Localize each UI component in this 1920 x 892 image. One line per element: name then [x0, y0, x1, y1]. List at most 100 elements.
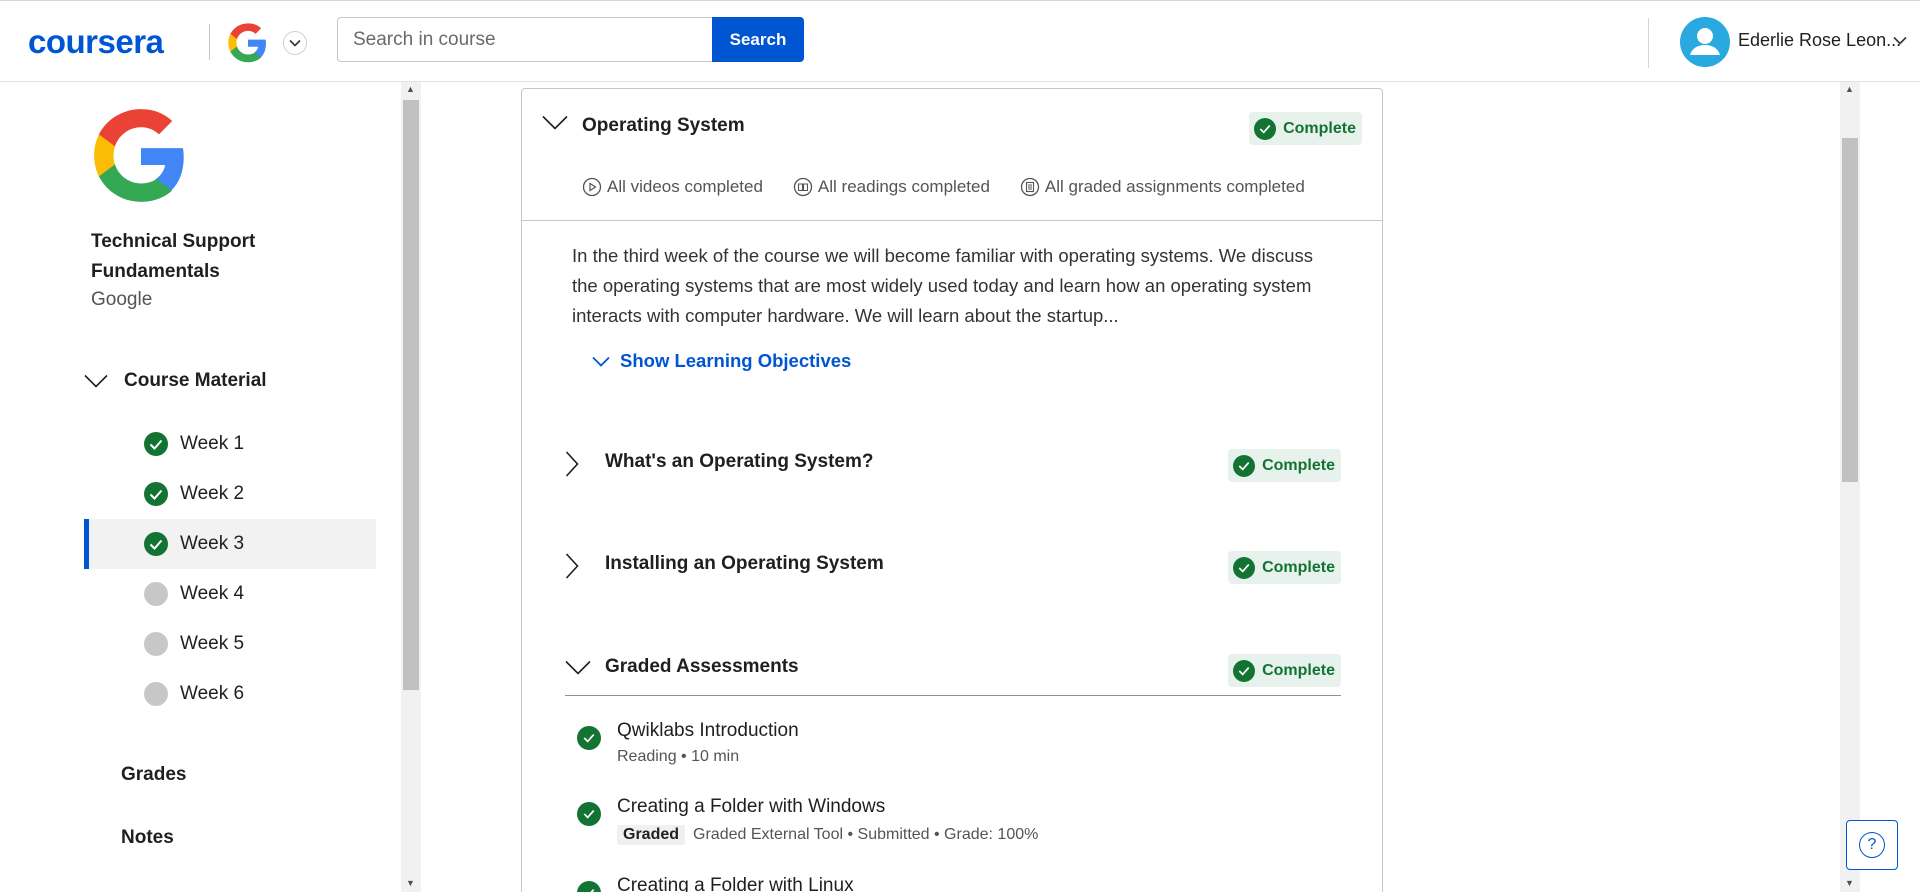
chevron-right-icon [565, 553, 579, 579]
assignments-stat-label: All graded assignments completed [1044, 177, 1305, 196]
help-button[interactable]: ? [1846, 820, 1898, 870]
check-circle-icon [577, 726, 601, 750]
check-circle-icon [577, 881, 601, 892]
chevron-down-icon [289, 39, 301, 47]
lesson-graded-assessments[interactable]: Graded Assessments Complete [565, 640, 1341, 700]
week-label: Week 5 [180, 633, 245, 654]
incomplete-circle-icon [144, 682, 168, 706]
module-stats: All videos completed All readings comple… [582, 177, 1305, 197]
scroll-down-icon[interactable]: ▼ [1845, 878, 1854, 888]
chevron-down-icon [565, 660, 591, 675]
sidebar-scrollbar[interactable]: ▲ ▼ [401, 82, 421, 892]
header-divider [209, 24, 210, 60]
sidebar-item-week-3[interactable]: Week 3 [84, 519, 376, 569]
sidebar-item-notes[interactable]: Notes [121, 827, 174, 849]
incomplete-circle-icon [144, 632, 168, 656]
avatar[interactable] [1680, 17, 1730, 67]
item-title[interactable]: Qwiklabs Introduction [617, 720, 799, 742]
top-header: coursera Search Ederlie Rose Leon... [0, 0, 1920, 82]
sidebar-item-week-2[interactable]: Week 2 [84, 469, 376, 519]
list-item[interactable]: Creating a Folder with Linux [577, 875, 1337, 892]
item-meta-text: Graded External Tool • Submitted • Grade… [693, 826, 1039, 843]
item-meta: Reading • 10 min [617, 748, 739, 766]
list-item[interactable]: Qwiklabs Introduction Reading • 10 min [577, 720, 1337, 780]
readings-stat-label: All readings completed [817, 177, 990, 196]
divider [565, 695, 1341, 696]
week-label: Week 4 [180, 583, 245, 604]
chevron-right-icon [565, 451, 579, 477]
sidebar-item-grades[interactable]: Grades [121, 764, 186, 786]
assignments-stat: All graded assignments completed [1020, 177, 1305, 197]
videos-stat-label: All videos completed [607, 177, 763, 196]
course-material-toggle[interactable]: Course Material [84, 370, 267, 392]
item-meta-text: Reading • 10 min [617, 748, 740, 765]
course-material-label: Course Material [124, 370, 267, 391]
scroll-down-icon[interactable]: ▼ [406, 878, 415, 888]
check-circle-icon [144, 532, 168, 556]
check-circle-icon [1233, 556, 1256, 579]
status-text: Complete [1283, 119, 1356, 137]
readings-stat: All readings completed [793, 177, 990, 197]
lesson-installing-an-os[interactable]: Installing an Operating System Complete [565, 537, 1341, 597]
week-label: Week 1 [180, 433, 245, 454]
status-text: Complete [1262, 558, 1335, 576]
user-icon [1690, 28, 1720, 55]
incomplete-circle-icon [144, 582, 168, 606]
item-title[interactable]: Creating a Folder with Linux [617, 875, 854, 892]
sidebar-item-week-5[interactable]: Week 5 [84, 619, 376, 669]
check-circle-icon [577, 802, 601, 826]
course-title[interactable]: Technical Support Fundamentals [91, 227, 311, 287]
check-circle-icon [1254, 117, 1277, 140]
item-title[interactable]: Creating a Folder with Windows [617, 796, 885, 818]
scrollbar-thumb[interactable] [1842, 138, 1858, 482]
item-meta: Graded Graded External Tool • Submitted … [617, 825, 1038, 845]
lesson-title: Installing an Operating System [605, 553, 884, 574]
module-description: In the third week of the course we will … [572, 245, 1313, 326]
scrollbar-thumb[interactable] [403, 100, 419, 690]
google-course-logo [94, 109, 184, 202]
module-card: Operating System Complete All videos com… [521, 88, 1383, 892]
status-text: Complete [1262, 456, 1335, 474]
week-label: Week 6 [180, 683, 245, 704]
lesson-title: What's an Operating System? [605, 451, 874, 472]
status-badge: Complete [1228, 551, 1341, 584]
learning-objectives-label: Show Learning Objectives [620, 350, 852, 371]
coursera-logo[interactable]: coursera [28, 23, 164, 61]
videos-stat: All videos completed [582, 177, 763, 197]
main-scrollbar[interactable]: ▲ ▼ [1840, 82, 1860, 892]
show-learning-objectives-link[interactable]: Show Learning Objectives [592, 350, 851, 372]
chevron-down-icon [592, 356, 610, 367]
user-name[interactable]: Ederlie Rose Leon... [1738, 30, 1901, 51]
sidebar-item-week-4[interactable]: Week 4 [84, 569, 376, 619]
chevron-down-icon[interactable] [1893, 36, 1907, 45]
week-label: Week 2 [180, 483, 245, 504]
course-partner: Google [91, 289, 153, 310]
scroll-up-icon[interactable]: ▲ [1845, 84, 1854, 94]
play-circle-icon [582, 177, 602, 197]
list-item[interactable]: Creating a Folder with Windows Graded Gr… [577, 796, 1337, 856]
assignment-circle-icon [1020, 177, 1040, 197]
status-text: Complete [1262, 661, 1335, 679]
lesson-title: Graded Assessments [605, 656, 799, 677]
chevron-down-icon[interactable] [542, 115, 568, 130]
sidebar: Technical Support Fundamentals Google Co… [0, 82, 402, 892]
status-badge: Complete [1228, 654, 1341, 687]
partner-menu-button[interactable] [283, 31, 307, 55]
check-circle-icon [1233, 659, 1256, 682]
sidebar-item-week-6[interactable]: Week 6 [84, 669, 376, 719]
status-badge: Complete [1249, 112, 1362, 145]
search-input[interactable] [337, 17, 713, 62]
help-icon: ? [1859, 832, 1885, 858]
header-divider-right [1648, 18, 1649, 68]
lesson-whats-an-os[interactable]: What's an Operating System? Complete [565, 435, 1341, 495]
module-title[interactable]: Operating System [582, 115, 745, 137]
google-g-icon[interactable] [227, 22, 269, 64]
search-button[interactable]: Search [712, 17, 804, 62]
status-badge: Complete [1228, 449, 1341, 482]
check-circle-icon [144, 432, 168, 456]
module-header: Operating System Complete All videos com… [522, 89, 1382, 221]
graded-tag: Graded [617, 825, 686, 845]
sidebar-item-week-1[interactable]: Week 1 [84, 419, 376, 469]
scroll-up-icon[interactable]: ▲ [406, 84, 415, 94]
check-circle-icon [1233, 454, 1256, 477]
